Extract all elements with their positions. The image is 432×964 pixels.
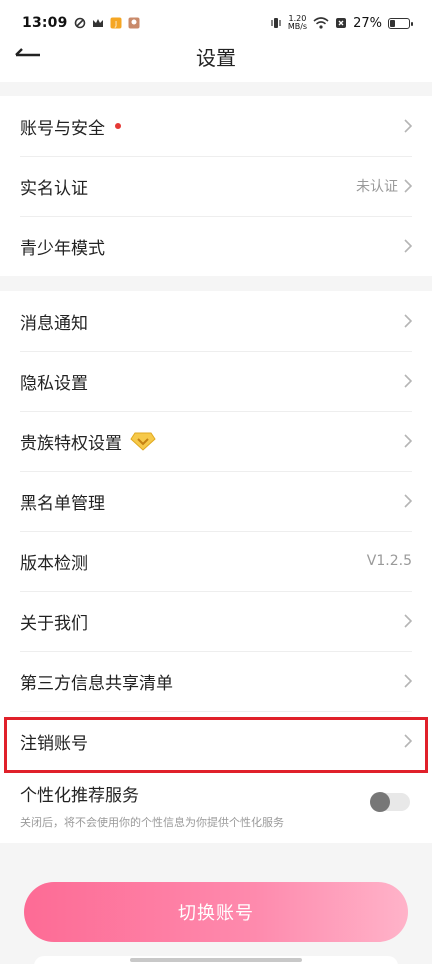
app-icon: J [110,17,122,29]
setting-row-privacy[interactable]: 隐私设置 [0,351,432,411]
setting-row-delete-account[interactable]: 注销账号 [0,711,432,771]
row-label: 关于我们 [20,613,88,634]
personalized-description: 关闭后，将不会使用你的个性信息为你提供个性化服务 [20,816,284,829]
chevron-right-icon [404,374,412,388]
row-label: 版本检测 [20,553,88,574]
chevron-right-icon [404,314,412,328]
personalized-title: 个性化推荐服务 [20,786,139,806]
sim-off-icon [336,18,347,28]
notification-dot [115,123,121,129]
chevron-right-icon [404,494,412,508]
battery-percent: 27% [353,15,382,31]
nav-bar: 设置 [0,30,432,82]
row-label: 实名认证 [20,178,88,199]
settings-group-general: 消息通知 隐私设置 贵族特权设置 黑名单管理 版本检测 V1.2.5 关于我们 … [0,291,432,843]
chevron-right-icon [404,239,412,253]
switch-account-button[interactable]: 切换账号 [24,882,408,942]
setting-row-version-check[interactable]: 版本检测 V1.2.5 [0,531,432,591]
battery-fill [390,19,395,27]
personalized-recommendation-row: 个性化推荐服务 关闭后，将不会使用你的个性信息为你提供个性化服务 [0,771,432,843]
setting-row-noble-privilege[interactable]: 贵族特权设置 [0,411,432,471]
crown-icon [92,19,103,27]
clock: 13:09 [22,15,68,31]
row-label: 消息通知 [20,313,88,334]
row-label: 账号与安全 [20,118,105,139]
setting-row-account-security[interactable]: 账号与安全 [0,96,432,156]
chevron-right-icon [404,119,412,133]
network-speed: 1.20 MB/s [287,14,308,31]
setting-row-blacklist[interactable]: 黑名单管理 [0,471,432,531]
vibrate-icon [271,18,281,28]
chevron-right-icon [404,434,412,448]
setting-row-real-name[interactable]: 实名认证 未认证 [0,156,432,216]
home-indicator[interactable] [130,958,302,962]
setting-row-notifications[interactable]: 消息通知 [0,291,432,351]
row-label: 青少年模式 [20,238,105,259]
chevron-right-icon [404,614,412,628]
row-label: 隐私设置 [20,373,88,394]
setting-row-third-party-list[interactable]: 第三方信息共享清单 [0,651,432,711]
chevron-right-icon [404,734,412,748]
setting-row-about-us[interactable]: 关于我们 [0,591,432,651]
personalized-toggle[interactable] [370,792,410,812]
page-title: 设置 [196,46,236,70]
chevron-right-icon [404,179,412,193]
sync-icon [74,17,85,29]
svg-text:J: J [114,20,117,28]
chevron-right-icon [404,674,412,688]
verification-status: 未认证 [356,179,398,195]
settings-group-account: 账号与安全 实名认证 未认证 青少年模式 [0,96,432,276]
wifi-icon [313,17,329,29]
row-label: 注销账号 [20,733,88,754]
row-label: 贵族特权设置 [20,433,122,454]
photo-app-icon [128,17,140,29]
row-label: 黑名单管理 [20,493,105,514]
setting-row-youth-mode[interactable]: 青少年模式 [0,216,432,276]
row-label: 第三方信息共享清单 [20,673,173,694]
diamond-icon [130,431,156,451]
version-number: V1.2.5 [366,553,412,569]
toggle-knob [370,792,390,812]
battery-icon [388,17,413,29]
